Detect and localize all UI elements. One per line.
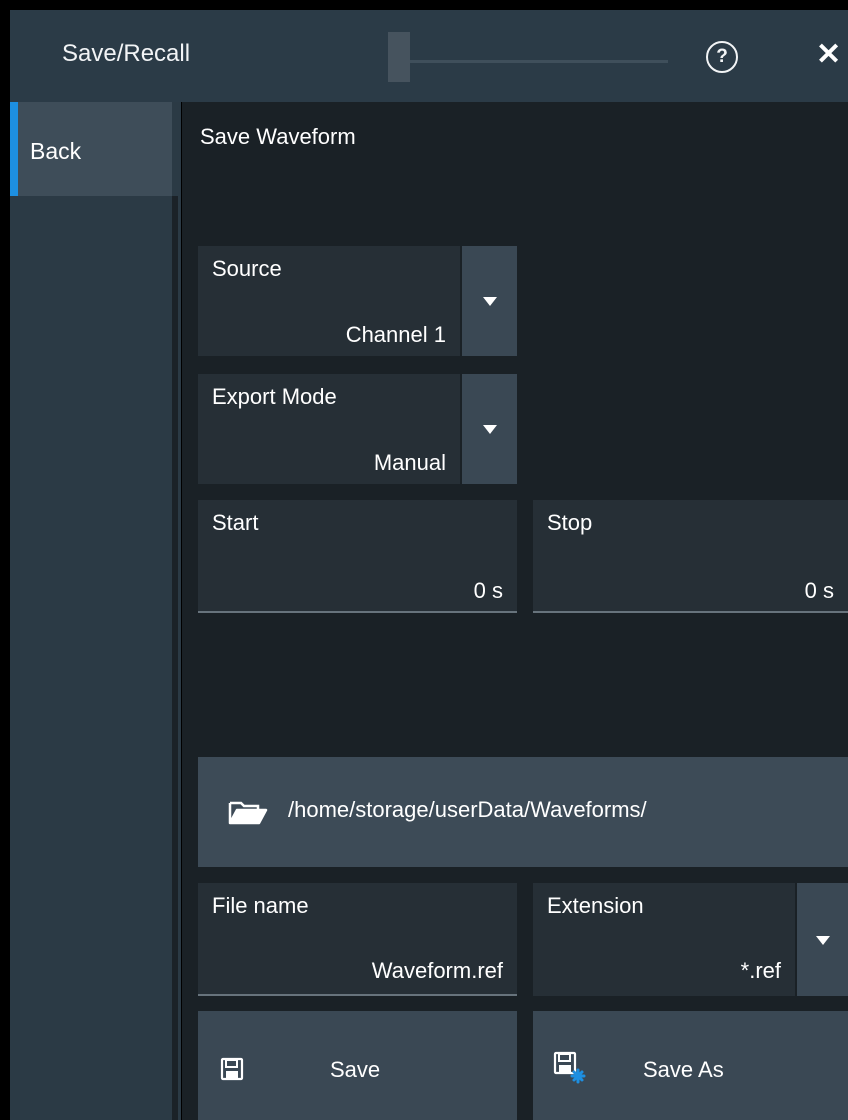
save-icon bbox=[220, 1057, 244, 1081]
start-field[interactable]: Start 0 s bbox=[198, 500, 517, 613]
source-dropdown-button[interactable] bbox=[462, 246, 517, 356]
file-name-label: File name bbox=[212, 893, 309, 918]
export-mode-field[interactable]: Export Mode Manual bbox=[198, 374, 460, 484]
help-icon[interactable]: ? bbox=[706, 41, 738, 73]
source-value: Channel 1 bbox=[345, 322, 446, 347]
stop-label: Stop bbox=[547, 510, 593, 535]
file-name-underline bbox=[198, 994, 517, 996]
start-value: 0 s bbox=[473, 578, 503, 603]
back-accent-bar bbox=[10, 102, 18, 196]
extension-dropdown-button[interactable] bbox=[797, 883, 848, 996]
back-button[interactable]: Back bbox=[10, 102, 172, 196]
file-name-value: Waveform.ref bbox=[371, 958, 503, 983]
chevron-down-icon bbox=[482, 425, 497, 434]
extension-label: Extension bbox=[547, 893, 644, 918]
scroll-thumb[interactable] bbox=[388, 32, 410, 82]
save-as-label: Save As bbox=[643, 1057, 724, 1082]
folder-open-icon bbox=[228, 801, 268, 825]
sidebar-divider bbox=[172, 196, 178, 1120]
sidebar bbox=[10, 102, 181, 1120]
folder-path-text: /home/storage/userData/Waveforms/ bbox=[288, 797, 647, 822]
source-label: Source bbox=[212, 256, 282, 281]
save-as-icon bbox=[553, 1051, 586, 1084]
start-label: Start bbox=[212, 510, 259, 535]
save-as-button[interactable]: Save As bbox=[533, 1011, 848, 1120]
save-button[interactable]: Save bbox=[198, 1011, 517, 1120]
stop-field[interactable]: Stop 0 s bbox=[533, 500, 848, 613]
save-label: Save bbox=[330, 1057, 381, 1082]
title-bar: Save/Recall ? ✕ bbox=[10, 10, 848, 102]
file-name-field[interactable]: File name Waveform.ref bbox=[198, 883, 517, 996]
export-mode-value: Manual bbox=[373, 450, 446, 475]
export-mode-dropdown-button[interactable] bbox=[462, 374, 517, 484]
stop-value: 0 s bbox=[804, 578, 834, 603]
window-title: Save/Recall bbox=[62, 40, 191, 67]
stop-underline bbox=[533, 611, 848, 613]
chevron-down-icon bbox=[815, 935, 830, 945]
scroll-track[interactable] bbox=[388, 60, 668, 63]
back-label: Back bbox=[30, 138, 82, 164]
extension-value: *.ref bbox=[740, 958, 781, 983]
source-field[interactable]: Source Channel 1 bbox=[198, 246, 460, 356]
export-mode-label: Export Mode bbox=[212, 384, 337, 409]
start-underline bbox=[198, 611, 517, 613]
chevron-down-icon bbox=[482, 297, 497, 306]
extension-field[interactable]: Extension *.ref bbox=[533, 883, 795, 996]
folder-path-button[interactable]: /home/storage/userData/Waveforms/ bbox=[198, 757, 848, 867]
close-icon[interactable]: ✕ bbox=[816, 40, 841, 70]
section-title: Save Waveform bbox=[200, 124, 356, 149]
